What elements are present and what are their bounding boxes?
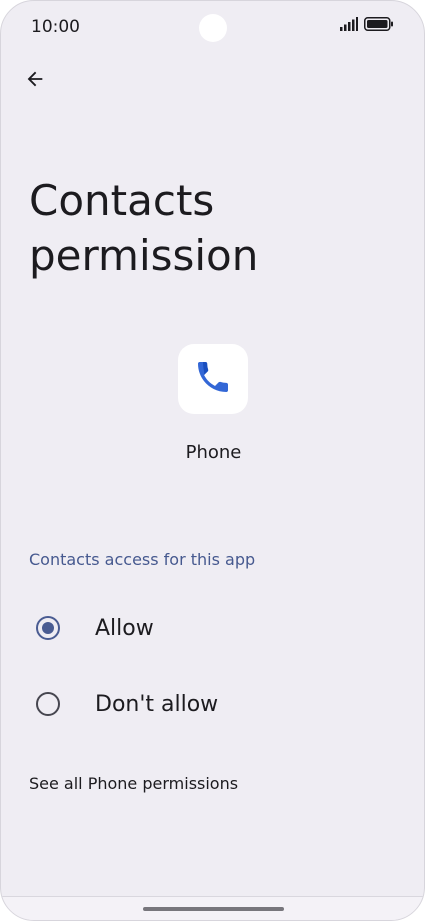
phone-icon — [193, 357, 233, 402]
back-button[interactable] — [15, 61, 55, 101]
dont-allow-option[interactable]: Don't allow — [1, 674, 424, 734]
section-header: Contacts access for this app — [29, 550, 256, 569]
camera-cutout — [199, 14, 227, 42]
status-time: 10:00 — [31, 17, 80, 37]
app-name: Phone — [185, 442, 242, 463]
allow-radio-button[interactable] — [36, 616, 60, 640]
home-indicator[interactable] — [143, 907, 284, 911]
dont-allow-label: Don't allow — [95, 691, 219, 717]
app-icon — [178, 344, 248, 414]
allow-option[interactable]: Allow — [1, 598, 424, 658]
device-screen: 10:00 Contacts permission Phone Contacts… — [0, 0, 425, 921]
status-bar: 10:00 — [1, 1, 424, 55]
status-icons — [340, 17, 394, 36]
see-all-permissions-link[interactable]: See all Phone permissions — [29, 774, 238, 793]
battery-icon — [364, 17, 394, 36]
radio-selected-dot — [42, 622, 54, 634]
arrow-back-icon — [24, 68, 46, 95]
allow-label: Allow — [95, 615, 154, 641]
page-title: Contacts permission — [29, 176, 259, 280]
dont-allow-radio-button[interactable] — [36, 692, 60, 716]
signal-icon — [340, 17, 358, 36]
